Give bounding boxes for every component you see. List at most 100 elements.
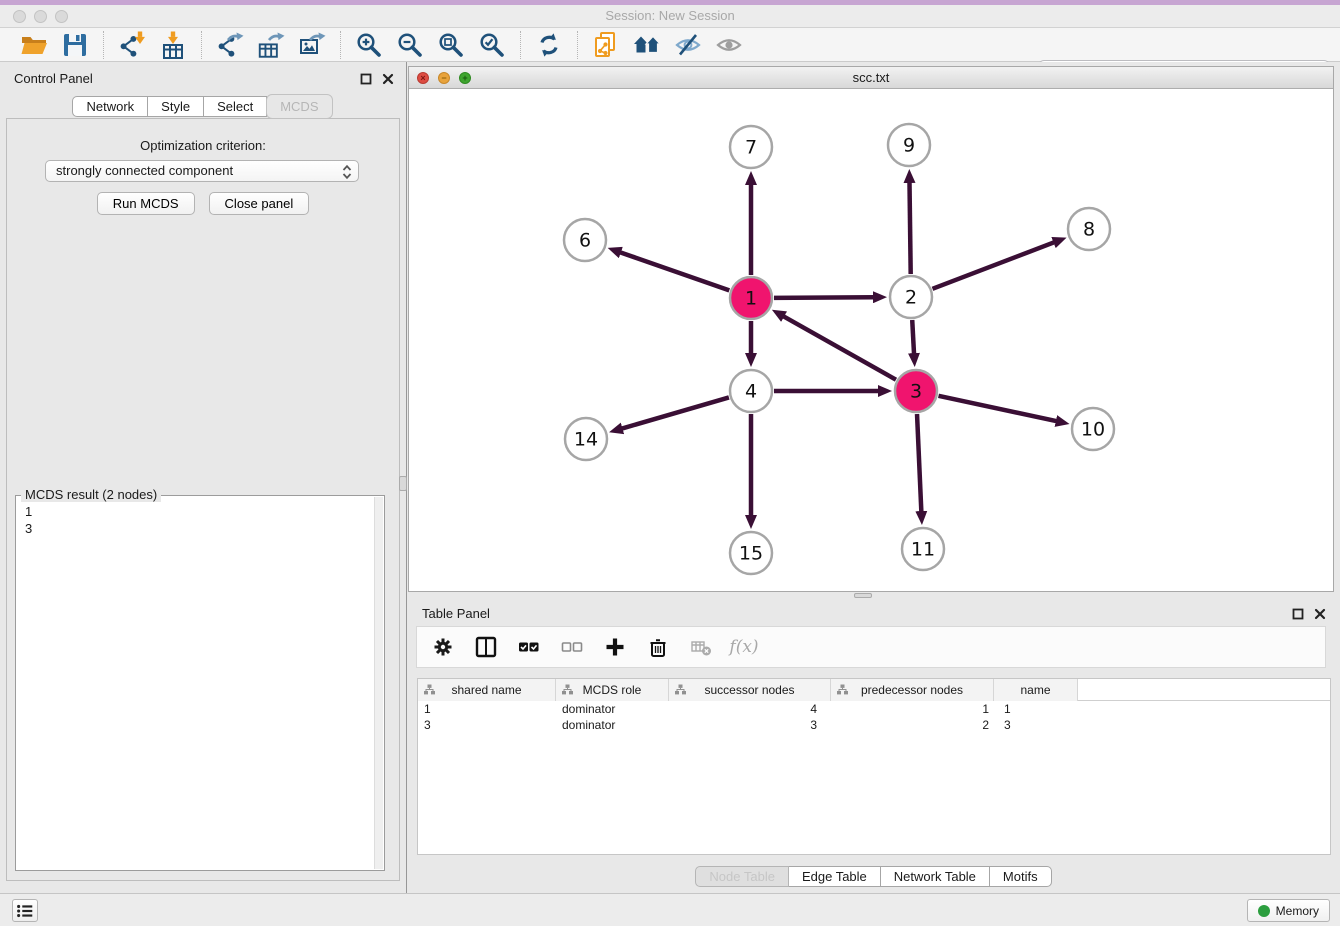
tab-network-table[interactable]: Network Table <box>880 866 990 887</box>
zoom-fit-icon[interactable] <box>437 31 465 59</box>
optimization-criterion-label: Optimization criterion: <box>7 138 399 153</box>
result-scrollbar[interactable] <box>374 497 383 869</box>
zoom-in-icon[interactable] <box>355 31 383 59</box>
float-table-panel-icon[interactable] <box>1292 608 1304 620</box>
zoom-selected-icon[interactable] <box>478 31 506 59</box>
network-view-window: × − + scc.txt 1234678910111415 <box>408 66 1334 592</box>
panel-divider-horizontal[interactable] <box>408 592 1340 600</box>
close-window-button[interactable] <box>13 10 26 23</box>
table-cell: 1 <box>831 701 994 717</box>
table-row[interactable]: 3dominator323 <box>418 717 1330 733</box>
table-panel-title: Table Panel <box>422 606 490 621</box>
window-titlebar: Session: New Session <box>0 5 1340 28</box>
divider-grip-horizontal[interactable] <box>854 593 872 598</box>
memory-button[interactable]: Memory <box>1247 899 1330 922</box>
tab-mcds[interactable]: MCDS <box>266 94 332 119</box>
graph-node-label-4: 4 <box>745 381 757 403</box>
table-header-row: shared nameMCDS rolesuccessor nodesprede… <box>418 679 1330 701</box>
list-icon <box>15 901 35 921</box>
export-image-icon[interactable] <box>298 31 326 59</box>
mcds-result-line: 3 <box>25 520 365 537</box>
import-table-icon[interactable] <box>159 31 187 59</box>
main-toolbar <box>0 28 1340 62</box>
graph-node-label-8: 8 <box>1083 219 1095 241</box>
graph-edge-2-8[interactable] <box>932 242 1054 289</box>
delete-row-icon[interactable] <box>646 635 670 659</box>
add-row-icon[interactable] <box>603 635 627 659</box>
network-minimize-button[interactable]: − <box>438 72 450 84</box>
graph-edge-1-2[interactable] <box>774 297 874 298</box>
graph-edge-2-3[interactable] <box>912 320 914 354</box>
run-mcds-button[interactable]: Run MCDS <box>97 192 195 215</box>
table-toolbar: f(x) <box>416 626 1326 668</box>
mcds-tab-content: Optimization criterion: strongly connect… <box>6 118 400 881</box>
window-title: Session: New Session <box>0 5 1340 27</box>
control-panel-title: Control Panel <box>14 71 93 86</box>
duplicate-network-icon[interactable] <box>592 31 620 59</box>
column-header-name[interactable]: name <box>994 679 1078 701</box>
delete-table-icon <box>689 635 713 659</box>
show-all-icon <box>715 31 743 59</box>
minimize-window-button[interactable] <box>34 10 47 23</box>
tab-select[interactable]: Select <box>203 96 267 117</box>
save-icon[interactable] <box>61 31 89 59</box>
criterion-dropdown[interactable]: strongly connected component <box>45 160 359 182</box>
tab-motifs[interactable]: Motifs <box>989 866 1052 887</box>
columns-icon[interactable] <box>474 635 498 659</box>
column-header-predecessor-nodes[interactable]: predecessor nodes <box>831 679 994 701</box>
graph-node-label-6: 6 <box>579 230 591 252</box>
table-cell: 3 <box>669 717 831 733</box>
table-cell: 1 <box>994 701 1078 717</box>
graph-edge-3-10[interactable] <box>938 396 1056 421</box>
tab-network[interactable]: Network <box>72 96 148 117</box>
select-all-icon[interactable] <box>517 635 541 659</box>
network-window-title: scc.txt <box>409 67 1333 88</box>
first-neighbors-icon[interactable] <box>633 31 661 59</box>
graph-edge-3-11[interactable] <box>917 414 921 512</box>
graph-edge-3-1[interactable] <box>783 316 896 380</box>
graph-edge-2-9[interactable] <box>909 182 910 274</box>
table-cell: 3 <box>418 717 556 733</box>
close-table-panel-icon[interactable] <box>1314 608 1326 620</box>
graph-edge-4-14[interactable] <box>622 397 729 428</box>
deselect-all-icon[interactable] <box>560 635 584 659</box>
refresh-icon[interactable] <box>535 31 563 59</box>
export-table-icon[interactable] <box>257 31 285 59</box>
mcds-result-line: 1 <box>25 503 365 520</box>
memory-label: Memory <box>1276 904 1319 918</box>
zoom-out-icon[interactable] <box>396 31 424 59</box>
hide-selected-icon[interactable] <box>674 31 702 59</box>
table-cell: 2 <box>831 717 994 733</box>
mcds-result-box: MCDS result (2 nodes) 13 <box>15 495 385 871</box>
graph-node-label-2: 2 <box>905 287 917 309</box>
table-panel: Table Panel f(x) shared nameMCDS rolesuc… <box>408 600 1340 893</box>
tab-edge-table[interactable]: Edge Table <box>788 866 881 887</box>
close-panel-icon[interactable] <box>382 73 394 85</box>
divider-grip[interactable] <box>399 476 407 491</box>
tab-node-table[interactable]: Node Table <box>695 866 789 887</box>
graph-node-label-7: 7 <box>745 137 757 159</box>
network-maximize-button[interactable]: + <box>459 72 471 84</box>
graph-node-label-11: 11 <box>911 539 935 561</box>
maximize-window-button[interactable] <box>55 10 68 23</box>
window-controls[interactable] <box>13 10 68 23</box>
network-window-titlebar: × − + scc.txt <box>409 67 1333 89</box>
gear-icon[interactable] <box>431 635 455 659</box>
open-folder-icon[interactable] <box>20 31 48 59</box>
column-header-MCDS-role[interactable]: MCDS role <box>556 679 669 701</box>
task-history-button[interactable] <box>12 899 38 922</box>
column-header-shared-name[interactable]: shared name <box>418 679 556 701</box>
table-row[interactable]: 1dominator411 <box>418 701 1330 717</box>
mcds-result-text[interactable]: 13 <box>17 497 373 869</box>
column-header-successor-nodes[interactable]: successor nodes <box>669 679 831 701</box>
export-network-icon[interactable] <box>216 31 244 59</box>
graph: 1234678910111415 <box>409 89 1333 591</box>
dropdown-chevrons-icon <box>342 164 352 180</box>
network-close-button[interactable]: × <box>417 72 429 84</box>
close-panel-button[interactable]: Close panel <box>209 192 310 215</box>
table-cell: 3 <box>994 717 1078 733</box>
import-network-icon[interactable] <box>118 31 146 59</box>
graph-edge-1-6[interactable] <box>620 252 729 290</box>
tab-style[interactable]: Style <box>147 96 204 117</box>
float-panel-icon[interactable] <box>360 73 372 85</box>
